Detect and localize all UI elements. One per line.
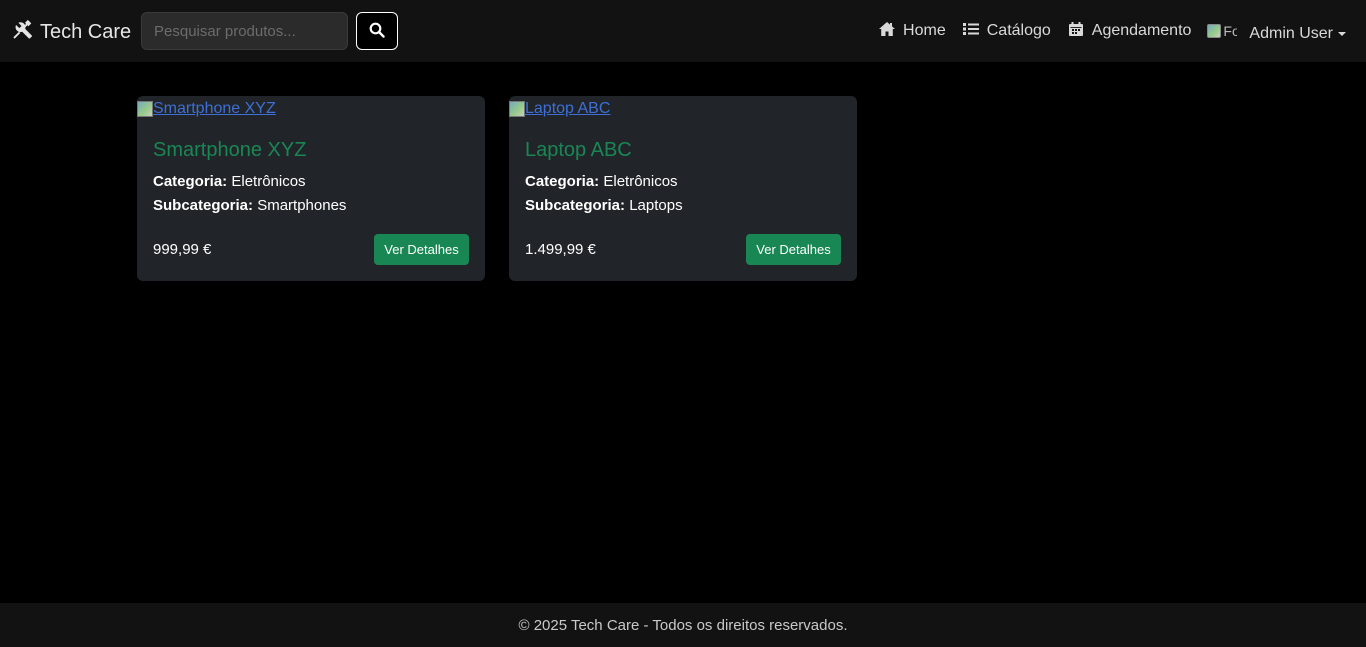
calendar-icon [1067, 21, 1085, 42]
product-image-link[interactable]: Laptop ABC [509, 100, 610, 118]
broken-image-icon [509, 101, 525, 117]
brand-text: Tech Care [40, 21, 132, 43]
nav-links: Home Catálogo Agendamento Fo Admin User [862, 0, 1346, 62]
nav-home-label: Home [903, 22, 946, 39]
nav-agendamento-label: Agendamento [1091, 22, 1192, 39]
search-icon [369, 22, 385, 41]
product-image-alt: Smartphone XYZ [153, 100, 276, 117]
navbar: Tech Care Home Catálogo [0, 0, 1366, 62]
list-icon [962, 21, 980, 42]
product-category: Categoria: Eletrônicos [525, 173, 678, 190]
avatar-alt: Fo [1223, 23, 1238, 39]
footer-text: © 2025 Tech Care - Todos os direitos res… [518, 616, 848, 634]
avatar[interactable]: Fo [1207, 21, 1237, 41]
broken-image-icon [1207, 24, 1222, 38]
search-button[interactable] [356, 12, 398, 50]
category-label: Categoria: [153, 173, 228, 190]
subcategory-label: Subcategoria: [525, 197, 626, 214]
home-icon [878, 21, 896, 42]
product-title: Laptop ABC [525, 139, 632, 161]
product-image-alt: Laptop ABC [525, 100, 611, 117]
category-label: Categoria: [525, 173, 600, 190]
tools-icon [11, 18, 34, 47]
view-details-button[interactable]: Ver Detalhes [374, 234, 469, 265]
product-category: Categoria: Eletrônicos [153, 173, 306, 190]
subcategory-value: Smartphones [257, 197, 347, 214]
subcategory-label: Subcategoria: [153, 197, 254, 214]
product-card: Smartphone XYZ Smartphone XYZ Categoria:… [137, 96, 485, 281]
caret-down-icon [1338, 32, 1346, 36]
nav-catalogo[interactable]: Catálogo [962, 21, 1051, 42]
nav-catalogo-label: Catálogo [986, 22, 1051, 39]
brand-link[interactable]: Tech Care [11, 18, 131, 47]
category-value: Eletrônicos [603, 173, 678, 190]
product-title: Smartphone XYZ [153, 139, 307, 161]
product-subcategory: Subcategoria: Smartphones [153, 197, 346, 214]
subcategory-value: Laptops [629, 197, 683, 214]
product-price: 1.499,99 € [525, 241, 596, 258]
product-subcategory: Subcategoria: Laptops [525, 197, 683, 214]
product-price: 999,99 € [153, 241, 212, 258]
search-input[interactable] [141, 12, 348, 50]
page: Tech Care Home Catálogo [0, 0, 1366, 647]
broken-image-icon [137, 101, 153, 117]
footer: © 2025 Tech Care - Todos os direitos res… [0, 603, 1366, 647]
product-image-link[interactable]: Smartphone XYZ [137, 100, 276, 118]
nav-agendamento[interactable]: Agendamento [1067, 21, 1192, 42]
nav-home[interactable]: Home [878, 21, 946, 42]
user-name: Admin User [1249, 25, 1333, 42]
user-menu-toggle[interactable]: Admin User [1249, 19, 1346, 43]
view-details-button[interactable]: Ver Detalhes [746, 234, 841, 265]
product-card: Laptop ABC Laptop ABC Categoria: Eletrôn… [509, 96, 857, 281]
category-value: Eletrônicos [231, 173, 306, 190]
